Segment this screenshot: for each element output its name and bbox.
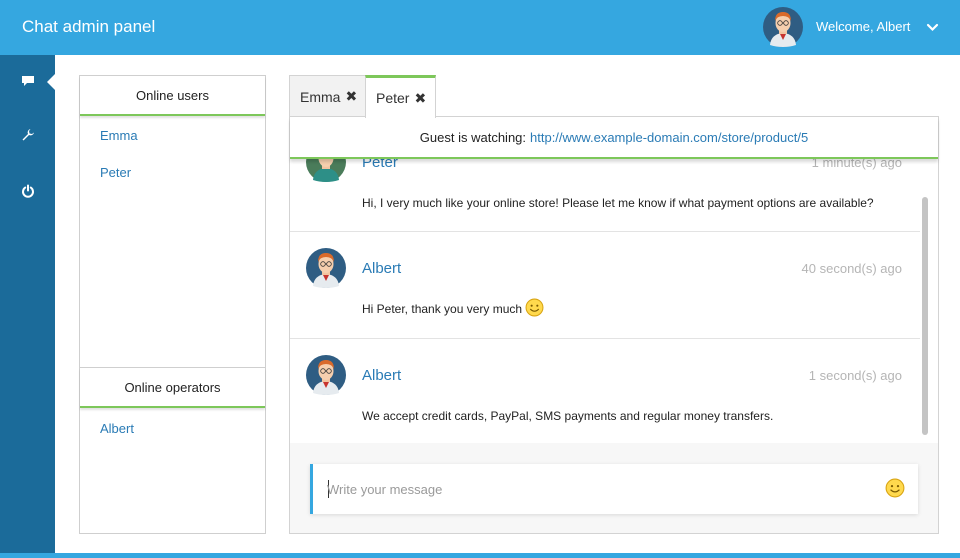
scrollbar-thumb[interactable] xyxy=(922,197,928,435)
message-author[interactable]: Albert xyxy=(362,260,401,277)
message-time: 40 second(s) ago xyxy=(801,261,902,276)
bottom-border xyxy=(0,553,960,558)
tab-label: Emma xyxy=(300,88,341,105)
guest-label: Guest is watching: xyxy=(419,129,527,145)
smiley-icon xyxy=(525,298,544,320)
online-operators-list: Albert xyxy=(80,408,265,436)
tab-label: Peter xyxy=(376,90,410,106)
power-icon[interactable] xyxy=(18,181,38,201)
close-icon[interactable]: ✖ xyxy=(414,90,426,107)
users-panel: Online users Emma Peter Online operators… xyxy=(79,75,266,534)
message-list[interactable]: Peter 1 minute(s) ago Hi, I very much li… xyxy=(290,117,938,443)
message-composer xyxy=(310,464,918,514)
tab-emma[interactable]: Emma ✖ xyxy=(289,75,366,117)
message-input[interactable] xyxy=(327,478,867,500)
active-indicator xyxy=(47,73,56,91)
emoji-button[interactable] xyxy=(885,478,905,501)
avatar xyxy=(305,247,347,289)
operator-item-albert[interactable]: Albert xyxy=(80,421,265,436)
message-text-content: Hi Peter, thank you very much xyxy=(362,302,523,316)
sidebar xyxy=(0,55,56,558)
welcome-text[interactable]: Welcome, Albert xyxy=(816,19,910,34)
top-header: Chat admin panel Welcome, Albert xyxy=(0,0,960,55)
wrench-icon[interactable] xyxy=(18,125,38,145)
close-icon[interactable]: ✖ xyxy=(345,88,357,105)
guest-bar: Guest is watching: http://www.example-do… xyxy=(290,117,938,159)
message-author[interactable]: Albert xyxy=(362,367,401,384)
user-item-emma[interactable]: Emma xyxy=(80,128,265,165)
message-item: Albert 40 second(s) ago Hi Peter, thank … xyxy=(290,232,920,339)
avatar xyxy=(305,354,347,396)
user-avatar[interactable] xyxy=(762,6,804,48)
message-item: Albert 1 second(s) ago We accept credit … xyxy=(290,339,920,443)
user-item-peter[interactable]: Peter xyxy=(80,165,265,202)
chevron-down-icon[interactable] xyxy=(926,21,939,34)
tab-peter[interactable]: Peter ✖ xyxy=(365,75,436,118)
guest-url-link[interactable]: http://www.example-domain.com/store/prod… xyxy=(530,130,808,145)
online-users-list: Emma Peter xyxy=(80,116,265,202)
app-title: Chat admin panel xyxy=(22,17,156,36)
message-text: Hi Peter, thank you very much xyxy=(362,298,544,320)
online-operators-heading: Online operators xyxy=(80,368,265,408)
message-text: We accept credit cards, PayPal, SMS paym… xyxy=(362,409,774,423)
chat-icon[interactable] xyxy=(18,71,38,91)
online-users-heading: Online users xyxy=(80,76,265,116)
message-time: 1 second(s) ago xyxy=(808,368,902,383)
chat-window: Peter 1 minute(s) ago Hi, I very much li… xyxy=(289,116,939,534)
operators-section: Online operators Albert xyxy=(80,367,265,436)
smiley-icon xyxy=(885,478,905,498)
message-text: Hi, I very much like your online store! … xyxy=(362,196,874,210)
